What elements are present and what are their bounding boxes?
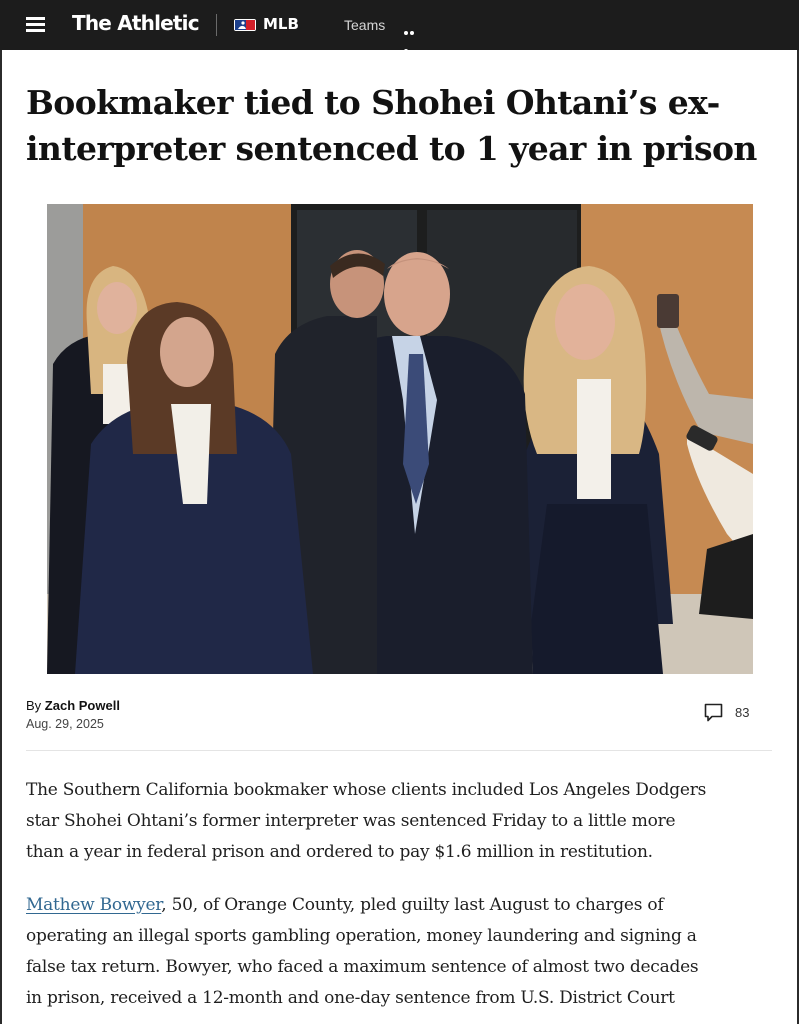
paragraph-2-line-1-rest: , 50, of Orange County, pled guilty last… [161, 895, 664, 915]
byline-prefix: By [26, 698, 45, 713]
headline-line-1: Bookmaker tied to Shohei Ohtani’s ex- [26, 83, 720, 122]
article-headline: Bookmaker tied to Shohei Ohtani’s ex- in… [26, 80, 766, 172]
more-horizontal-icon[interactable] [404, 22, 420, 53]
byline-divider [26, 750, 772, 751]
hamburger-menu-icon[interactable] [26, 17, 45, 32]
paragraph-2-line-2: operating an illegal sports gambling ope… [26, 926, 697, 946]
top-navigation-bar: The Athletic MLB Teams [0, 0, 799, 53]
hero-photo-illustration [47, 204, 753, 674]
paragraph-2-line-3: false tax return. Bowyer, who faced a ma… [26, 957, 699, 977]
league-link-mlb[interactable]: MLB [263, 15, 299, 33]
mathew-bowyer-link[interactable]: Mathew Bowyer [26, 895, 162, 915]
hero-photo [47, 204, 753, 674]
comment-count[interactable]: 83 [735, 705, 749, 720]
author-name[interactable]: Zach Powell [45, 698, 120, 713]
comment-bubble-icon[interactable] [704, 703, 723, 722]
article-paragraph-2: Mathew Bowyer, 50, of Orange County, ple… [26, 890, 778, 1014]
paragraph-1-line-1: The Southern California bookmaker whose … [26, 780, 707, 800]
teams-menu-link[interactable]: Teams [344, 17, 385, 33]
paragraph-1-line-3: than a year in federal prison and ordere… [26, 842, 653, 862]
article-paragraph-1: The Southern California bookmaker whose … [26, 775, 778, 868]
mlb-logo-icon[interactable] [234, 19, 256, 31]
brand-logo[interactable]: The Athletic [72, 11, 200, 35]
headline-line-2: interpreter sentenced to 1 year in priso… [26, 129, 757, 168]
publish-date: Aug. 29, 2025 [26, 717, 104, 731]
paragraph-2-line-4: in prison, received a 12-month and one-d… [26, 988, 675, 1008]
byline: By Zach Powell [26, 698, 120, 713]
paragraph-1-line-2: star Shohei Ohtani’s former interpreter … [26, 811, 676, 831]
nav-divider [216, 14, 217, 36]
